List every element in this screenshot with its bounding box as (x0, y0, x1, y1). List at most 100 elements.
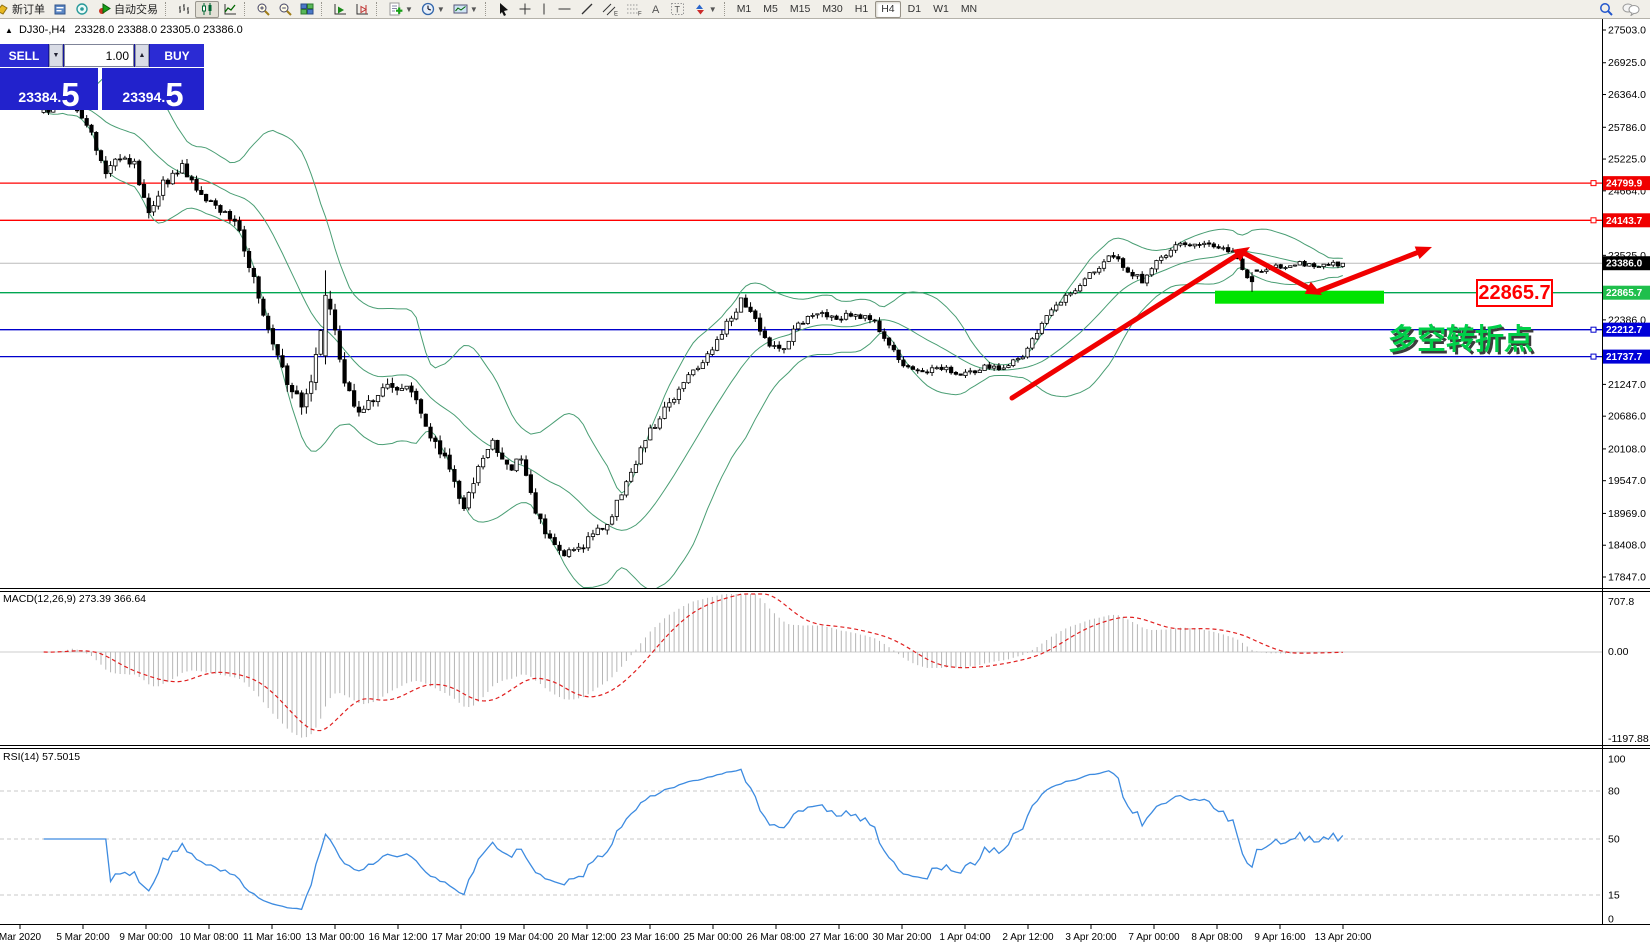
zoom-in-button[interactable] (252, 1, 274, 18)
svg-text:7 Apr 00:00: 7 Apr 00:00 (1128, 932, 1180, 943)
support-highlight-bar[interactable] (1215, 291, 1384, 304)
sell-price-pip: 5 (61, 81, 79, 109)
text-icon: A (650, 2, 662, 16)
svg-text:25225.0: 25225.0 (1608, 154, 1646, 166)
cn-annotation[interactable]: 多空转折点多空转折点 (1388, 322, 1536, 359)
svg-text:11 Mar 16:00: 11 Mar 16:00 (243, 932, 302, 943)
timeframe-W1[interactable]: W1 (928, 2, 954, 17)
crosshair-button[interactable] (514, 1, 535, 18)
line-chart-icon (223, 2, 237, 16)
svg-text:30 Mar 20:00: 30 Mar 20:00 (873, 932, 932, 943)
dropdown-caret-icon: ▼ (709, 5, 717, 14)
svg-text:20108.0: 20108.0 (1608, 443, 1646, 455)
svg-text:0.00: 0.00 (1608, 646, 1629, 658)
chart-window-button[interactable] (49, 1, 71, 18)
svg-text:100: 100 (1608, 754, 1626, 766)
buy-button[interactable]: BUY (150, 44, 204, 67)
indicators-button[interactable]: ▼ (384, 1, 417, 18)
svg-text:23386.0: 23386.0 (1606, 259, 1643, 270)
svg-text:20686.0: 20686.0 (1608, 411, 1646, 423)
tile-windows-icon (300, 2, 314, 16)
svg-text:707.8: 707.8 (1608, 596, 1634, 608)
one-click-trading-panel: SELL ▼ ▲ BUY 23384.5 23394.5 (0, 44, 204, 110)
arrows-button[interactable]: ▼ (689, 1, 721, 18)
price-level-callout[interactable]: 22865.7 (1477, 280, 1552, 306)
toolbar-separator (321, 2, 326, 16)
periods-button[interactable]: ▼ (417, 1, 449, 18)
text-label-button[interactable]: T (666, 1, 689, 18)
toolbar-separator (165, 2, 170, 16)
volume-decrease-button[interactable]: ▼ (49, 44, 63, 67)
autotrade-button[interactable]: 自动交易 (93, 1, 162, 18)
macd-panel (0, 594, 1602, 738)
svg-text:19547.0: 19547.0 (1608, 475, 1646, 487)
timeframe-D1[interactable]: D1 (903, 2, 926, 17)
sell-price-box[interactable]: 23384.5 (0, 68, 98, 110)
templates-button[interactable]: ▼ (449, 1, 482, 18)
candlestick-chart-button[interactable] (195, 1, 219, 18)
chart-symbol-title: ▲ DJ30-,H4 23328.0 23388.0 23305.0 23386… (5, 24, 243, 36)
quotes-icon (75, 2, 89, 16)
volume-increase-button[interactable]: ▲ (135, 44, 149, 67)
bar-chart-button[interactable] (173, 1, 195, 18)
dropdown-caret-icon: ▼ (405, 5, 413, 14)
fibonacci-button[interactable]: F (622, 1, 646, 18)
autotrade-label: 自动交易 (114, 1, 158, 17)
timeframe-M1[interactable]: M1 (732, 2, 757, 17)
cursor-button[interactable] (493, 1, 514, 18)
sell-button[interactable]: SELL (0, 44, 48, 67)
auto-scroll-button[interactable] (329, 1, 351, 18)
channel-icon: E (602, 2, 618, 16)
horizontal-level-lines[interactable] (0, 181, 1602, 359)
dropdown-caret-icon: ▼ (470, 5, 478, 14)
new-order-button[interactable]: 新订单 (0, 1, 49, 18)
svg-text:25 Mar 00:00: 25 Mar 00:00 (684, 932, 743, 943)
tile-windows-button[interactable] (296, 1, 318, 18)
horizontal-line-button[interactable] (553, 1, 576, 18)
price-axis[interactable]: 27503.026925.026364.025786.025225.024664… (1602, 25, 1646, 584)
svg-text:9 Mar 00:00: 9 Mar 00:00 (119, 932, 173, 943)
svg-text:5 Mar 20:00: 5 Mar 20:00 (56, 932, 110, 943)
svg-text:10 Mar 08:00: 10 Mar 08:00 (180, 932, 239, 943)
chat-button[interactable] (1618, 1, 1644, 18)
search-button[interactable] (1595, 1, 1618, 18)
svg-text:80: 80 (1608, 786, 1620, 798)
timeframe-M15[interactable]: M15 (785, 2, 815, 17)
svg-text:15: 15 (1608, 890, 1620, 902)
text-button[interactable]: A (646, 1, 666, 18)
vertical-line-button[interactable] (535, 1, 553, 18)
templates-icon (453, 2, 468, 16)
new-order-icon (0, 2, 9, 16)
line-chart-button[interactable] (219, 1, 241, 18)
zoom-out-icon (278, 2, 292, 16)
mt4-window: { "toolbar": { "new_order_label": "新订单",… (0, 0, 1650, 946)
macd-labels: MACD(12,26,9) 273.39 366.64707.80.00-119… (3, 593, 1649, 745)
svg-text:21247.0: 21247.0 (1608, 379, 1646, 391)
chart-shift-button[interactable] (351, 1, 373, 18)
chart-canvas[interactable]: 22865.7 多空转折点多空转折点 27503.026925.026364.025… (0, 0, 1650, 946)
time-axis[interactable]: Mar 2020 5 Mar 20:00 9 Mar 00:00 10 Mar 08:… (0, 925, 1372, 943)
timeframe-H1[interactable]: H1 (850, 2, 873, 17)
trend-arrows[interactable] (1012, 247, 1432, 399)
volume-input[interactable] (64, 44, 134, 67)
candlesticks (42, 94, 1344, 558)
svg-text:8 Apr 08:00: 8 Apr 08:00 (1191, 932, 1243, 943)
svg-text:26925.0: 26925.0 (1608, 57, 1646, 69)
svg-text:13 Mar 00:00: 13 Mar 00:00 (306, 932, 365, 943)
timeframe-MN[interactable]: MN (956, 2, 982, 17)
symbol-name: DJ30-,H4 (19, 24, 65, 36)
arrows-icon (693, 2, 707, 16)
svg-text:18969.0: 18969.0 (1608, 508, 1646, 520)
zoom-out-button[interactable] (274, 1, 296, 18)
timeframe-M5[interactable]: M5 (758, 2, 783, 17)
candlestick-chart-icon (200, 2, 214, 16)
svg-text:27 Mar 16:00: 27 Mar 16:00 (810, 932, 869, 943)
dropdown-caret-icon: ▼ (437, 5, 445, 14)
buy-price-box[interactable]: 23394.5 (102, 68, 204, 110)
timeframe-M30[interactable]: M30 (817, 2, 847, 17)
quotes-button[interactable] (71, 1, 93, 18)
channel-button[interactable]: E (598, 1, 622, 18)
trendline-button[interactable] (576, 1, 598, 18)
svg-text:Mar 2020: Mar 2020 (0, 932, 42, 943)
timeframe-H4[interactable]: H4 (875, 1, 900, 18)
